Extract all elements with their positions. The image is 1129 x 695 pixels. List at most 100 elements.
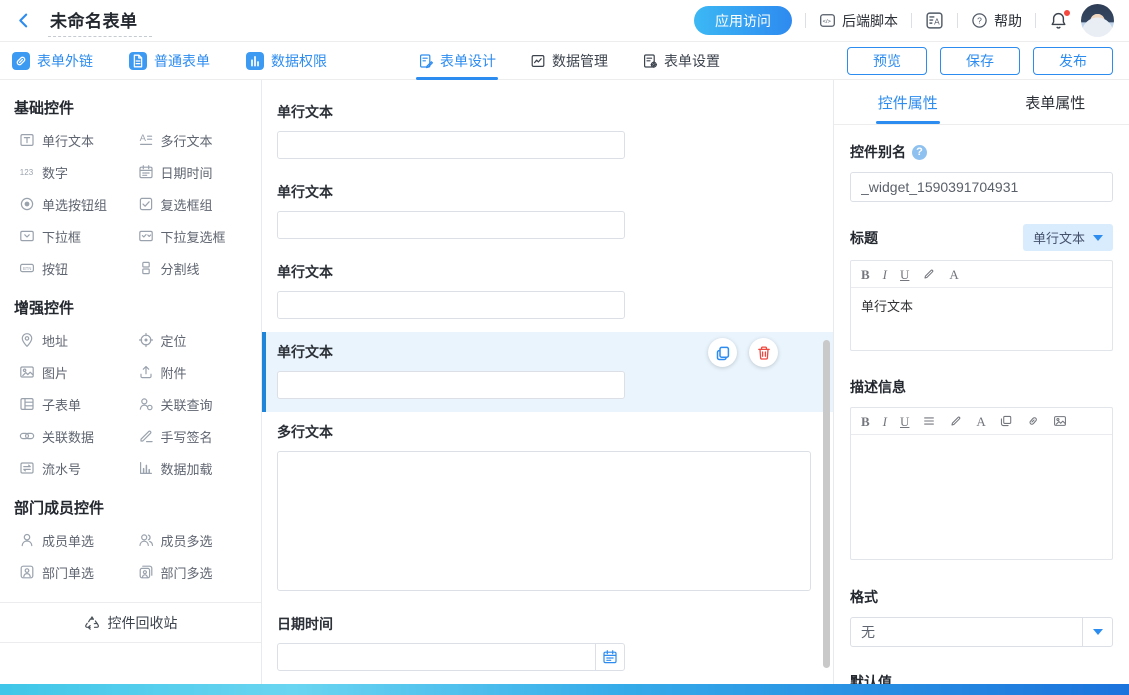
- sidebar-item-signature[interactable]: 手写签名: [131, 420, 250, 452]
- sidebar-item-target[interactable]: 定位: [131, 324, 250, 356]
- title-editor-content[interactable]: 单行文本: [851, 288, 1112, 350]
- share-link-0[interactable]: 表单外链: [12, 51, 93, 71]
- copy-field-button[interactable]: [708, 338, 737, 367]
- sidebar-item-checkbox[interactable]: 复选框组: [131, 188, 250, 220]
- field-input[interactable]: [277, 291, 625, 319]
- panel-tab-1[interactable]: 表单属性: [982, 80, 1129, 124]
- canvas-field-input[interactable]: 单行文本: [262, 92, 833, 172]
- sidebar-item-multiselect[interactable]: 下拉复选框: [131, 220, 250, 252]
- sidebar-item-textarea-text[interactable]: A多行文本: [131, 124, 250, 156]
- sidebar-item-subform[interactable]: 子表单: [12, 388, 131, 420]
- share-link-1[interactable]: 普通表单: [129, 51, 210, 71]
- format-a-button[interactable]: A: [949, 268, 958, 281]
- number-icon: 123: [19, 164, 35, 180]
- alias-help-icon[interactable]: ?: [912, 145, 927, 160]
- form-title[interactable]: 未命名表单: [48, 5, 152, 37]
- action-button-2[interactable]: 发布: [1033, 47, 1113, 75]
- directory-button[interactable]: A: [925, 11, 944, 30]
- link-icon[interactable]: [1026, 414, 1040, 428]
- avatar[interactable]: [1081, 4, 1114, 37]
- action-button-1[interactable]: 保存: [940, 47, 1020, 75]
- select-icon: [19, 228, 35, 244]
- widget-type-dropdown[interactable]: 单行文本: [1023, 224, 1113, 251]
- svg-text:?: ?: [977, 15, 982, 25]
- calendar-icon[interactable]: [595, 644, 624, 670]
- link-badge-icon: [12, 52, 30, 70]
- svg-text:A: A: [934, 17, 940, 27]
- pen-icon[interactable]: [949, 414, 963, 428]
- description-editor-toolbar: BIU A: [851, 408, 1112, 435]
- clone-icon[interactable]: [999, 414, 1013, 428]
- backend-script-button[interactable]: </> 后端脚本: [819, 11, 898, 31]
- image-icon[interactable]: [1053, 414, 1067, 428]
- sidebar-item-data-load[interactable]: 数据加载: [131, 452, 250, 484]
- field-textarea[interactable]: [277, 451, 811, 591]
- question-icon: ?: [971, 12, 988, 29]
- sidebar-item-divider[interactable]: 分割线: [131, 252, 250, 284]
- sidebar-item-upload[interactable]: 附件: [131, 356, 250, 388]
- sidebar-item-users[interactable]: 成员多选: [131, 524, 250, 556]
- canvas-field-textarea[interactable]: 多行文本: [262, 412, 833, 604]
- format-a-button[interactable]: A: [976, 415, 985, 428]
- svg-text:BTN: BTN: [23, 266, 31, 271]
- format-select[interactable]: 无: [850, 617, 1113, 647]
- signature-icon: [138, 428, 154, 444]
- format-i-button[interactable]: I: [883, 268, 887, 281]
- chevron-down-icon: [1093, 629, 1103, 635]
- notifications-button[interactable]: [1049, 11, 1068, 30]
- field-label: 日期时间: [277, 614, 833, 634]
- sidebar-item-calendar[interactable]: 日期时间: [131, 156, 250, 188]
- sidebar-item-serial[interactable]: 流水号: [12, 452, 131, 484]
- sidebar-item-dept[interactable]: 部门单选: [12, 556, 131, 588]
- canvas-field-date[interactable]: 日期时间: [262, 604, 833, 684]
- pen-icon[interactable]: [922, 267, 936, 281]
- format-b-button[interactable]: B: [861, 415, 870, 428]
- format-i-button[interactable]: I: [883, 415, 887, 428]
- form-mode-tabs: 表单设计数据管理表单设置: [416, 42, 722, 80]
- tab-form-settings[interactable]: 表单设置: [640, 42, 722, 80]
- sidebar-item-input-text[interactable]: 单行文本: [12, 124, 131, 156]
- help-button[interactable]: ? 帮助: [971, 11, 1022, 31]
- field-input[interactable]: [277, 371, 625, 399]
- sidebar-item-user[interactable]: 成员单选: [12, 524, 131, 556]
- sidebar-item-number[interactable]: 123数字: [12, 156, 131, 188]
- format-u-button[interactable]: U: [900, 415, 909, 428]
- sidebar-item-link-data[interactable]: 关联数据: [12, 420, 131, 452]
- field-input[interactable]: [277, 131, 625, 159]
- sidebar-item-radio[interactable]: 单选按钮组: [12, 188, 131, 220]
- sidebar-item-person-search[interactable]: 关联查询: [131, 388, 250, 420]
- delete-field-button[interactable]: [749, 338, 778, 367]
- divider: [805, 13, 806, 28]
- back-button[interactable]: [15, 12, 32, 29]
- tab-data-manage[interactable]: 数据管理: [528, 42, 610, 80]
- notification-dot: [1063, 9, 1071, 17]
- recycle-label: 控件回收站: [108, 613, 178, 633]
- canvas-field-input[interactable]: 单行文本: [262, 252, 833, 332]
- action-button-0[interactable]: 预览: [847, 47, 927, 75]
- canvas-field-input-selected[interactable]: 单行文本: [262, 332, 833, 412]
- share-link-2[interactable]: 数据权限: [246, 51, 327, 71]
- tab-form-design[interactable]: 表单设计: [416, 42, 498, 80]
- form-toolbar: 表单外链 普通表单 数据权限 表单设计数据管理表单设置 预览保存发布: [0, 42, 1129, 80]
- canvas-scrollbar[interactable]: [823, 340, 830, 668]
- form-share-links: 表单外链 普通表单 数据权限: [12, 42, 327, 80]
- lines-icon[interactable]: [922, 414, 936, 428]
- alias-input[interactable]: [850, 172, 1113, 202]
- field-date-input[interactable]: [277, 643, 625, 671]
- sidebar-item-depts[interactable]: 部门多选: [131, 556, 250, 588]
- app-access-button[interactable]: 应用访问: [694, 6, 792, 35]
- description-editor-content[interactable]: [851, 435, 1112, 559]
- format-b-button[interactable]: B: [861, 268, 870, 281]
- sidebar-item-select[interactable]: 下拉框: [12, 220, 131, 252]
- sidebar-item-image[interactable]: 图片: [12, 356, 131, 388]
- field-input[interactable]: [277, 211, 625, 239]
- sidebar-item-pin[interactable]: 地址: [12, 324, 131, 356]
- format-u-button[interactable]: U: [900, 268, 909, 281]
- form-canvas[interactable]: 单行文本单行文本单行文本单行文本 多行文本日期时间: [262, 80, 833, 695]
- form-settings-icon: [642, 53, 658, 69]
- divider: [957, 13, 958, 28]
- panel-tab-0[interactable]: 控件属性: [834, 80, 982, 124]
- widget-recycle-bin[interactable]: 控件回收站: [0, 602, 261, 643]
- sidebar-item-button[interactable]: BTN按钮: [12, 252, 131, 284]
- canvas-field-input[interactable]: 单行文本: [262, 172, 833, 252]
